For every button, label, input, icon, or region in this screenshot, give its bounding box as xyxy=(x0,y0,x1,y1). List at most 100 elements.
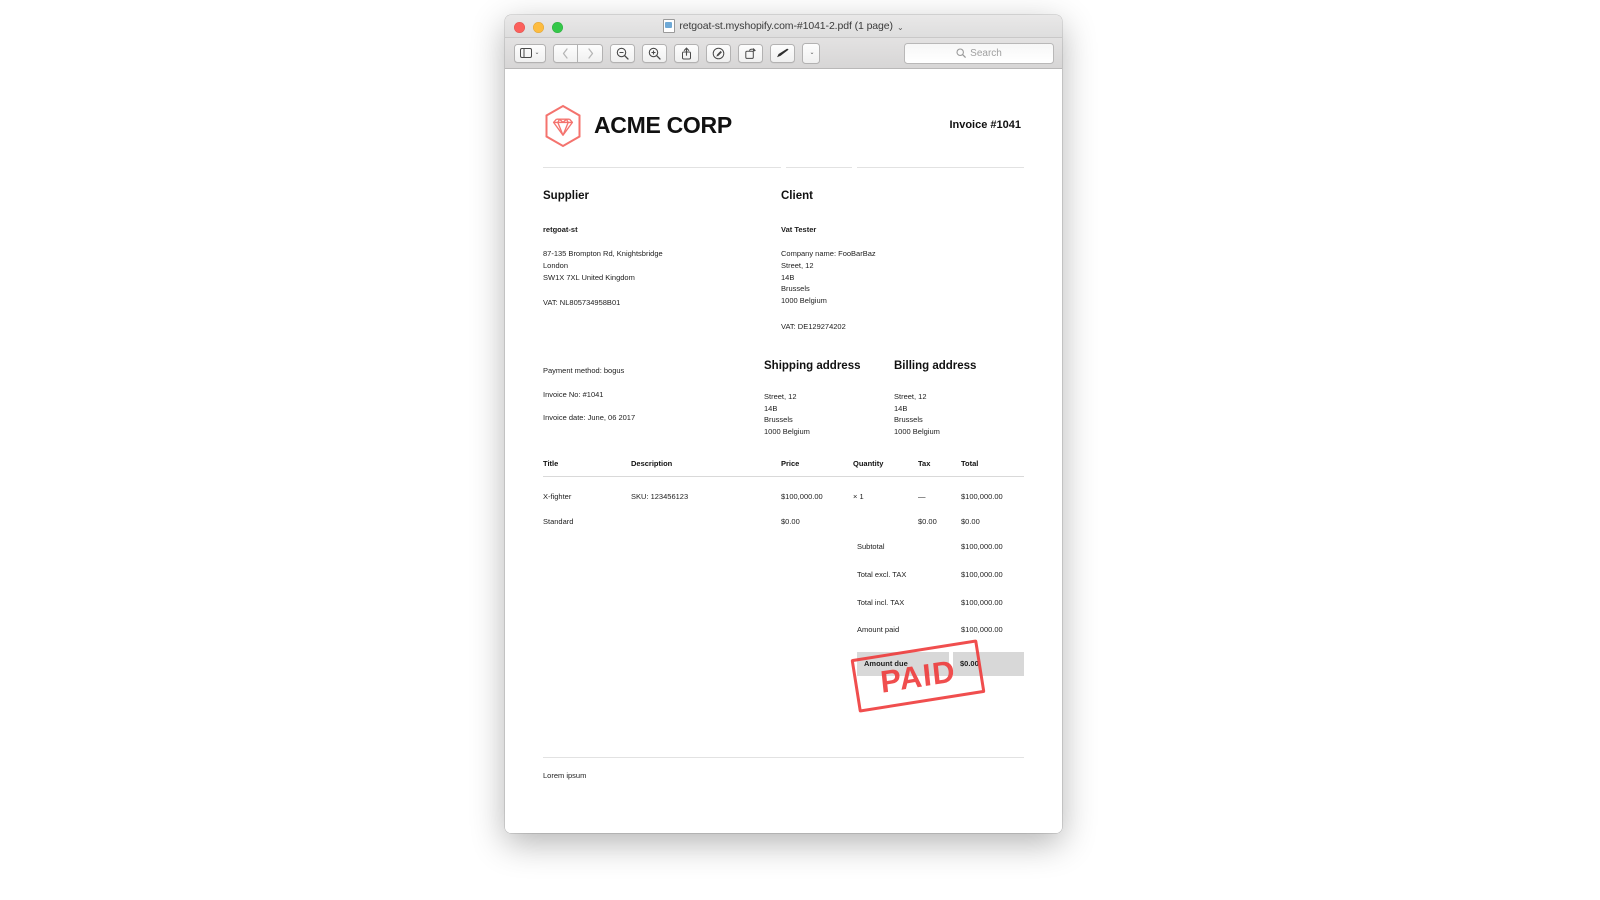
totals-label: Subtotal xyxy=(857,542,885,552)
address-columns: Shipping address Street, 12 14B Brussels… xyxy=(764,358,1024,437)
address-line: London xyxy=(543,261,569,271)
supplier-block: Supplier retgoat-st 87-135 Brompton Rd, … xyxy=(543,188,781,332)
address-line: 1000 Belgium xyxy=(781,295,827,305)
invoice-document: ACME CORP Invoice #1041 Supplier retgoat… xyxy=(543,95,1024,780)
footer-text: Lorem ipsum xyxy=(543,771,587,780)
zoom-button[interactable] xyxy=(552,22,563,33)
sidebar-caret-icon: ⌄ xyxy=(534,50,540,56)
column-header-title: Title xyxy=(543,457,631,478)
cell-tax: — xyxy=(918,492,926,502)
zoom-out-icon xyxy=(616,47,629,60)
column-header-description: Description xyxy=(631,457,781,478)
totals-value: $100,000.00 xyxy=(961,597,1003,607)
supplier-name: retgoat-st xyxy=(543,224,578,234)
sidebar-toggle-button[interactable]: ⌄ xyxy=(514,43,546,63)
back-button[interactable] xyxy=(553,43,578,63)
shipping-address-block: Shipping address Street, 12 14B Brussels… xyxy=(764,358,894,437)
address-line: Street, 12 xyxy=(764,392,797,401)
address-line: 1000 Belgium xyxy=(764,426,810,436)
cell-quantity: × 1 xyxy=(853,492,864,502)
highlight-options-button[interactable]: ⌄ xyxy=(802,42,820,64)
address-line: Brussels xyxy=(764,415,793,425)
zoom-in-button[interactable] xyxy=(642,43,667,63)
document-scroll-area[interactable]: ACME CORP Invoice #1041 Supplier retgoat… xyxy=(505,69,1062,833)
address-line: 87-135 Brompton Rd, Knightsbridge xyxy=(543,249,663,259)
window-titlebar[interactable]: retgoat-st.myshopify.com-#1041-2.pdf (1 … xyxy=(505,15,1062,38)
cell-total: $0.00 xyxy=(961,516,980,526)
address-line: Street, 12 xyxy=(894,392,927,401)
address-line: 14B xyxy=(894,403,908,413)
payment-meta-block: Payment method: bogus Invoice No: #1041 … xyxy=(543,358,764,437)
pdf-document-icon xyxy=(663,19,676,33)
cell-quantity xyxy=(853,503,918,528)
billing-address-heading: Billing address xyxy=(894,360,977,373)
table-row: Standard $0.00 $0.00 $0.00 xyxy=(543,503,1024,528)
zoom-out-button[interactable] xyxy=(610,43,635,63)
rotate-icon xyxy=(744,47,757,60)
chevron-down-icon[interactable]: ⌄ xyxy=(897,23,904,32)
paid-stamp-text: PAID xyxy=(878,652,958,700)
forward-button[interactable] xyxy=(578,43,603,63)
minimize-button[interactable] xyxy=(533,22,544,33)
address-line: SW1X 7XL United Kingdom xyxy=(543,272,635,282)
totals-value: $100,000.00 xyxy=(961,542,1003,552)
pdf-page: ACME CORP Invoice #1041 Supplier retgoat… xyxy=(505,69,1062,833)
cell-description: SKU: 123456123 xyxy=(631,492,689,502)
client-name: Vat Tester xyxy=(781,224,817,234)
address-line: 14B xyxy=(764,403,778,413)
markup-pen-circle-icon xyxy=(712,47,725,60)
billing-address-block: Billing address Street, 12 14B Brussels … xyxy=(894,358,1024,437)
supplier-address: 87-135 Brompton Rd, Knightsbridge London… xyxy=(543,248,781,283)
table-body: X-fighter SKU: 123456123 $100,000.00 × 1… xyxy=(543,477,1024,528)
close-button[interactable] xyxy=(514,22,525,33)
footer-divider xyxy=(543,757,1024,758)
cell-description xyxy=(631,503,781,528)
cell-title: Standard xyxy=(543,516,574,526)
address-line: Street, 12 xyxy=(781,261,814,271)
totals-label: Total excl. TAX xyxy=(857,570,907,579)
cell-tax: $0.00 xyxy=(918,516,937,526)
address-line: 14B xyxy=(781,272,795,282)
sidebar-icon xyxy=(520,48,533,58)
highlighter-pen-icon xyxy=(776,48,790,59)
divider-segment xyxy=(543,167,781,168)
column-header-tax: Tax xyxy=(918,457,961,478)
column-header-price: Price xyxy=(781,457,853,478)
totals-label: Amount paid xyxy=(857,625,900,635)
share-button[interactable] xyxy=(674,43,699,63)
parties-section: Supplier retgoat-st 87-135 Brompton Rd, … xyxy=(543,188,1024,332)
search-field[interactable]: Search xyxy=(904,43,1054,64)
line-items-table: Title Description Price Quantity Tax Tot… xyxy=(543,457,1024,528)
zoom-in-icon xyxy=(648,47,661,60)
client-address: Company name: FooBarBaz Street, 12 14B B… xyxy=(781,248,1024,306)
shipping-address-heading: Shipping address xyxy=(764,360,861,373)
totals-row-subtotal: Subtotal $100,000.00 xyxy=(857,541,1024,553)
divider-segment xyxy=(786,167,852,168)
cell-total: $100,000.00 xyxy=(961,492,1003,502)
column-header-quantity: Quantity xyxy=(853,457,918,478)
navigation-button-group xyxy=(553,43,603,63)
totals-row-incl-tax: Total incl. TAX $100,000.00 xyxy=(857,597,1024,609)
cell-title: X-fighter xyxy=(543,492,572,502)
totals-label: Total incl. TAX xyxy=(857,597,905,607)
totals-row-excl-tax: Total excl. TAX $100,000.00 xyxy=(857,569,1024,581)
markup-button[interactable] xyxy=(706,43,731,63)
address-line: 1000 Belgium xyxy=(894,426,940,436)
column-header-total: Total xyxy=(961,457,1024,478)
totals-value: $100,000.00 xyxy=(961,570,1003,579)
acme-diamond-hexagon-logo-icon xyxy=(543,104,583,148)
rotate-button[interactable] xyxy=(738,43,763,63)
window-controls xyxy=(514,22,563,33)
highlight-button[interactable] xyxy=(770,43,795,63)
invoice-header: ACME CORP Invoice #1041 xyxy=(543,95,1024,157)
invoice-footer: Lorem ipsum xyxy=(543,757,1024,782)
cell-price: $100,000.00 xyxy=(781,492,823,502)
address-line: Brussels xyxy=(894,415,923,425)
search-placeholder: Search xyxy=(970,48,1002,59)
search-icon xyxy=(956,45,967,63)
payment-method: Payment method: bogus xyxy=(543,366,625,376)
window-title-group: retgoat-st.myshopify.com-#1041-2.pdf (1 … xyxy=(505,15,1062,37)
preview-window: retgoat-st.myshopify.com-#1041-2.pdf (1 … xyxy=(505,15,1062,833)
supplier-heading: Supplier xyxy=(543,190,590,202)
preview-toolbar: ⌄ ⌄ Search xyxy=(505,38,1062,69)
